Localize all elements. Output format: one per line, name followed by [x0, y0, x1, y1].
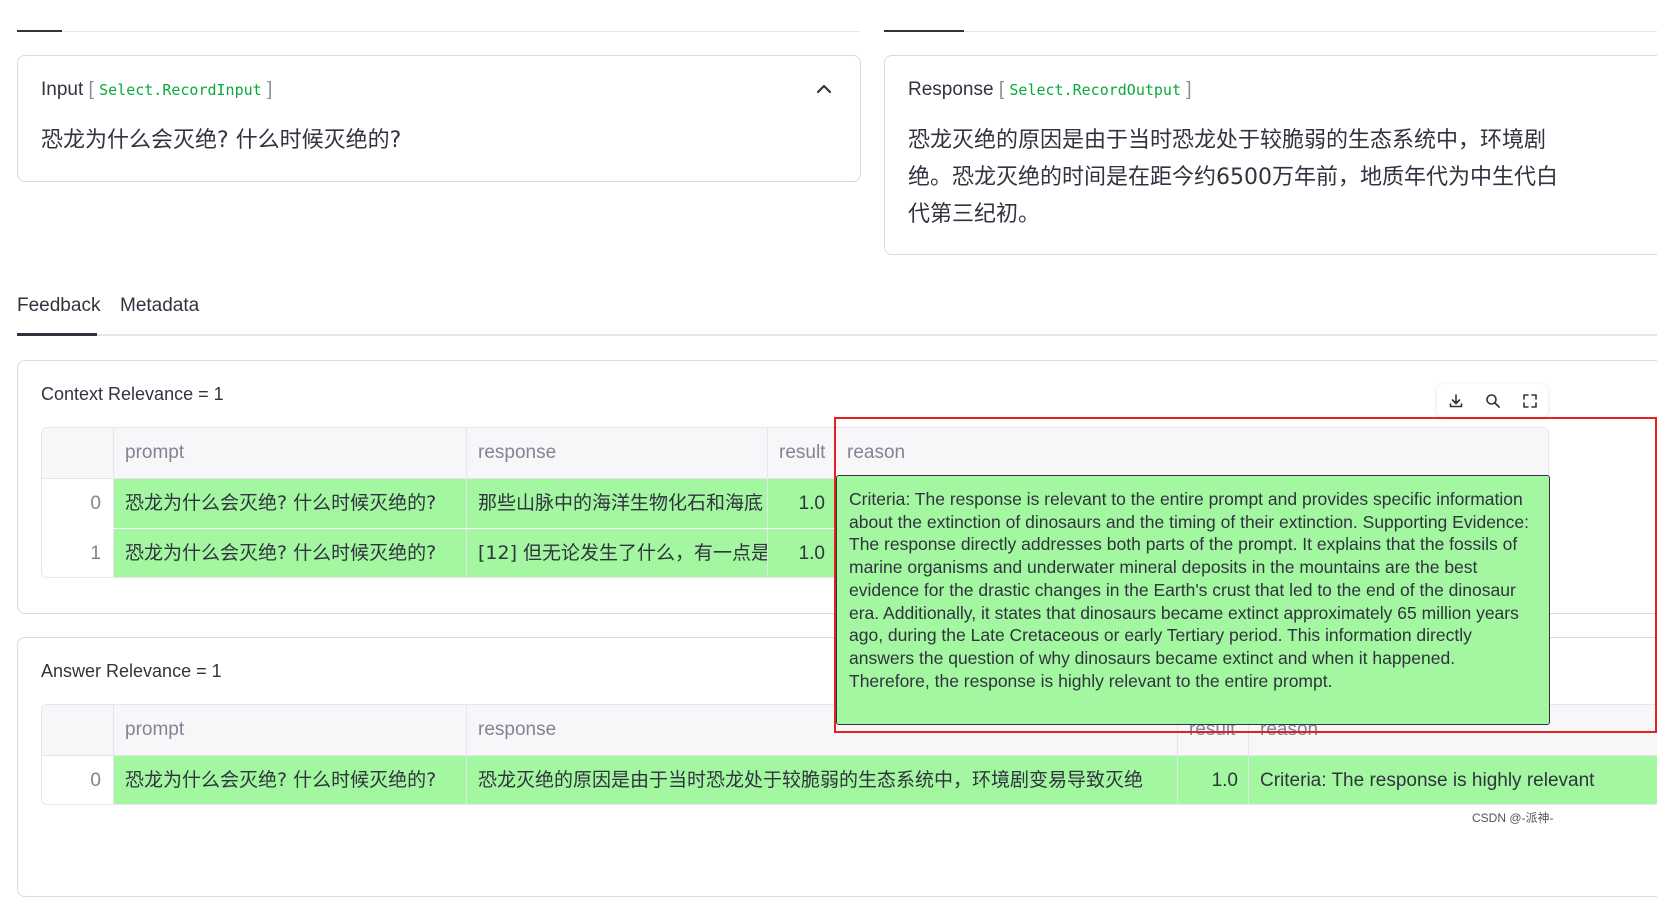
- table-row: 0 恐龙为什么会灭绝? 什么时候灭绝的? 恐龙灭绝的原因是由于当时恐龙处于较脆弱…: [42, 756, 1657, 804]
- row-index: 0: [42, 479, 114, 528]
- response-cell[interactable]: 恐龙灭绝的原因是由于当时恐龙处于较脆弱的生态系统中，环境剧变易导致灭绝: [467, 756, 1178, 804]
- download-icon[interactable]: [1437, 384, 1474, 417]
- result-cell[interactable]: 1.0: [768, 479, 836, 528]
- dataframe-toolbar: [1437, 384, 1548, 417]
- response-cell[interactable]: 那些山脉中的海洋生物化石和海底: [467, 479, 768, 528]
- prompt-cell[interactable]: 恐龙为什么会灭绝? 什么时候灭绝的?: [114, 479, 467, 528]
- watermark: CSDN @-派神-: [1472, 811, 1554, 825]
- tabs-divider: [17, 334, 1657, 336]
- response-line-1: 恐龙灭绝的原因是由于当时恐龙处于较脆弱的生态系统中，环境剧: [908, 128, 1547, 153]
- response-cell[interactable]: [12] 但无论发生了什么，有一点是: [467, 529, 768, 577]
- response-card: Response [ Select.RecordOutput ] 恐龙灭绝的原因…: [884, 55, 1657, 255]
- row-index: 0: [42, 756, 114, 804]
- search-icon[interactable]: [1474, 384, 1511, 417]
- tab-feedback[interactable]: Feedback: [17, 295, 100, 317]
- top-tab-marker-right: [884, 30, 964, 32]
- index-header: [42, 428, 114, 478]
- index-header: [42, 705, 114, 755]
- column-header-prompt[interactable]: prompt: [114, 428, 467, 478]
- reason-cell[interactable]: Criteria: The response is highly relevan…: [1249, 756, 1657, 804]
- prompt-cell[interactable]: 恐龙为什么会灭绝? 什么时候灭绝的?: [114, 756, 467, 804]
- top-divider-right: [884, 31, 1657, 32]
- input-title-label: Input: [41, 79, 84, 100]
- result-cell[interactable]: 1.0: [768, 529, 836, 577]
- answer-relevance-label: Answer Relevance = 1: [41, 661, 222, 681]
- input-text: 恐龙为什么会灭绝? 什么时候灭绝的?: [41, 128, 402, 153]
- response-title-label: Response: [908, 79, 994, 100]
- response-card-title: Response [ Select.RecordOutput ]: [908, 79, 1192, 100]
- column-header-prompt[interactable]: prompt: [114, 705, 467, 755]
- response-component-code: Select.RecordOutput: [1009, 81, 1181, 99]
- input-component-code: Select.RecordInput: [99, 81, 262, 99]
- result-cell[interactable]: 1.0: [1178, 756, 1249, 804]
- row-index: 1: [42, 529, 114, 577]
- fullscreen-icon[interactable]: [1511, 384, 1548, 417]
- column-header-reason[interactable]: reason: [836, 428, 1548, 478]
- column-header-result[interactable]: result: [768, 428, 836, 478]
- column-header-response[interactable]: response: [467, 428, 768, 478]
- response-line-2: 绝。恐龙灭绝的时间是在距今约6500万年前，地质年代为中生代白: [908, 165, 1558, 190]
- response-line-3: 代第三纪初。: [908, 202, 1041, 227]
- input-card: Input [ Select.RecordInput ] 恐龙为什么会灭绝? 什…: [17, 55, 861, 182]
- prompt-cell[interactable]: 恐龙为什么会灭绝? 什么时候灭绝的?: [114, 529, 467, 577]
- context-relevance-label: Context Relevance = 1: [41, 384, 224, 404]
- tab-metadata[interactable]: Metadata: [120, 295, 199, 317]
- tab-feedback-underline: [17, 333, 97, 336]
- chevron-up-icon[interactable]: [813, 78, 835, 100]
- reason-cell-popup[interactable]: Criteria: The response is relevant to th…: [836, 475, 1550, 725]
- top-tab-marker-left: [17, 30, 62, 32]
- top-divider-left: [17, 31, 860, 32]
- input-card-title: Input [ Select.RecordInput ]: [41, 79, 273, 100]
